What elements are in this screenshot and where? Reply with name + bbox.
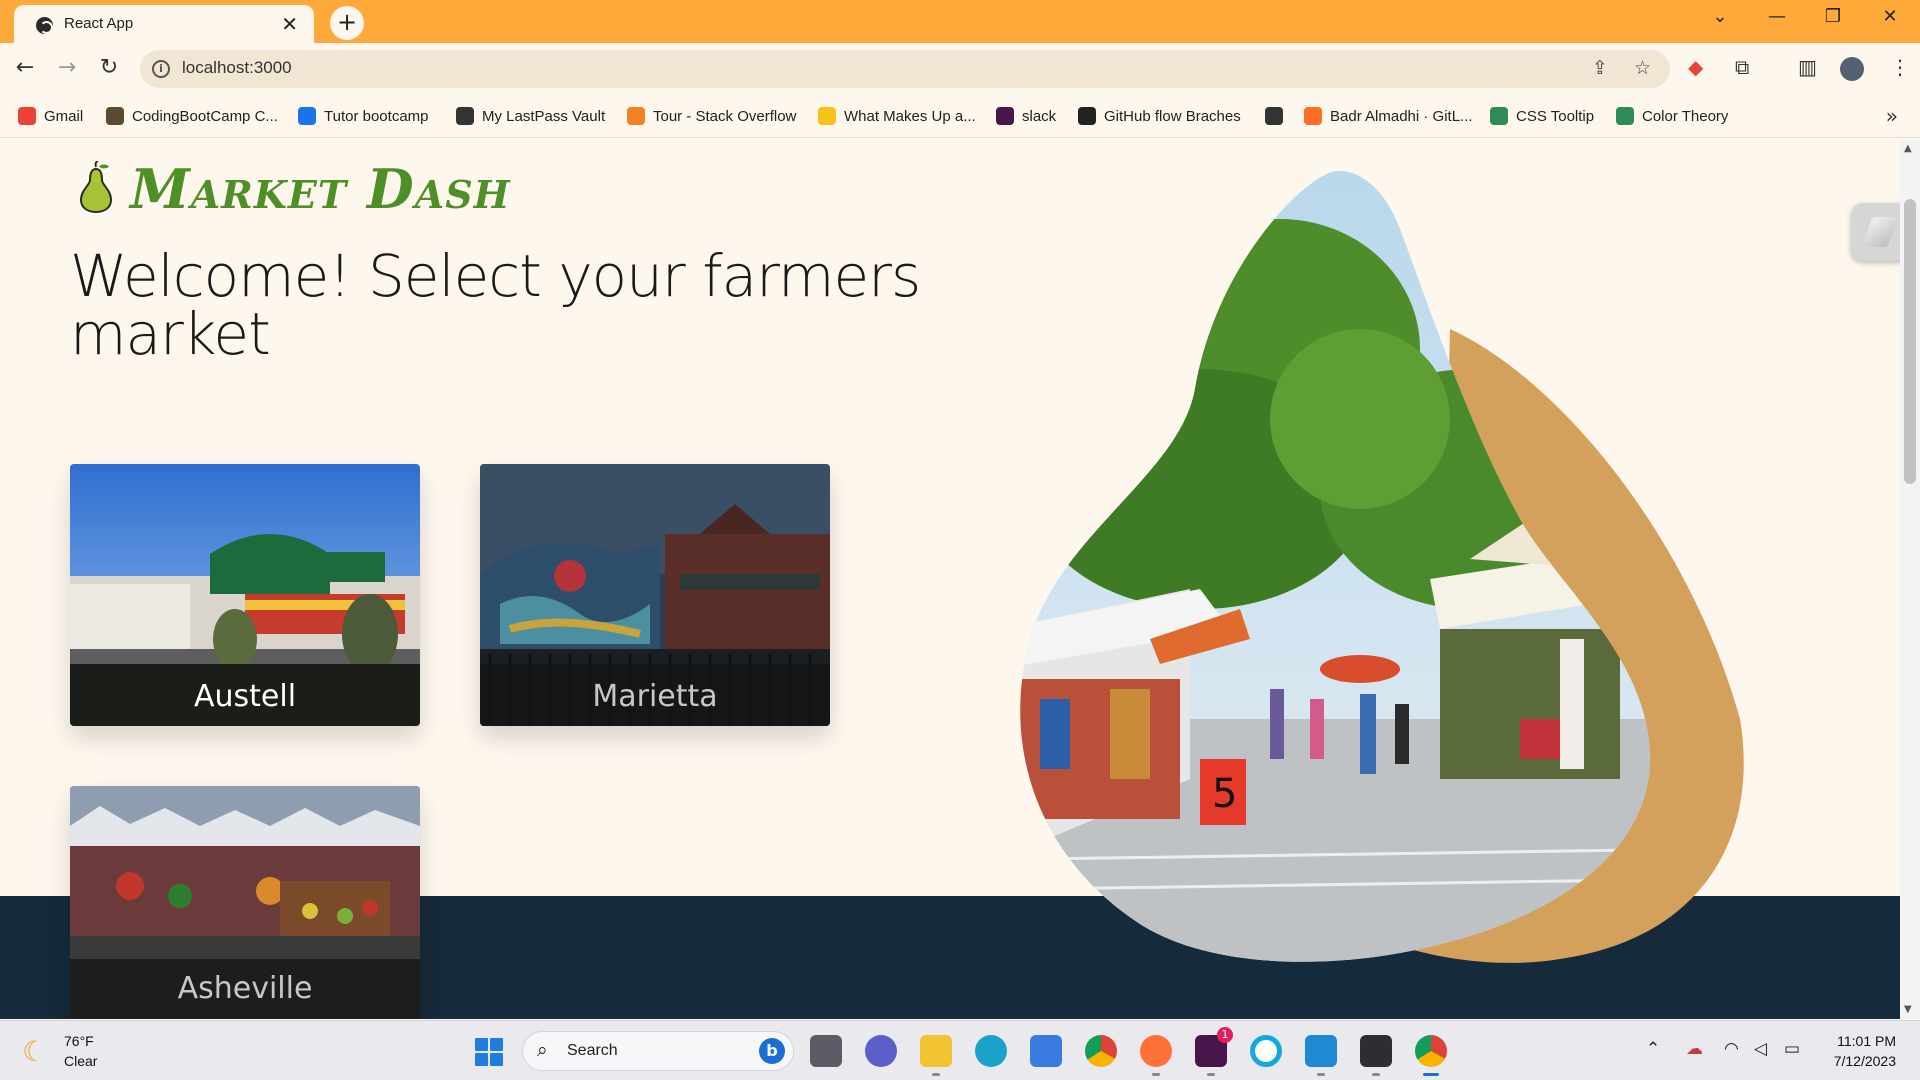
search-label: Search — [567, 1042, 618, 1059]
github-icon — [1078, 107, 1096, 125]
w3-icon — [1616, 107, 1634, 125]
start-button[interactable] — [475, 1038, 503, 1066]
bookmark-globe[interactable] — [1265, 107, 1291, 127]
bookmarks-bar: Gmail CodingBootCamp C... Tutor bootcamp… — [0, 96, 1920, 138]
svg-text:5: 5 — [1212, 771, 1237, 817]
show-hidden-icons-chevron[interactable]: ⌃ — [1646, 1039, 1660, 1059]
back-icon[interactable]: ← — [10, 55, 40, 80]
page-title: Welcome! Select your farmers market — [70, 242, 921, 368]
scroll-down-icon[interactable]: ▼ — [1904, 1004, 1912, 1015]
bookmark-github-flow[interactable]: GitHub flow Braches — [1078, 107, 1241, 127]
onedrive-icon[interactable]: ☁ — [1686, 1039, 1703, 1059]
teams-chat-icon[interactable] — [865, 1035, 897, 1067]
page-scrollbar[interactable]: ▲ ▼ — [1900, 139, 1920, 1019]
tab-search-icon[interactable]: ⌄ — [1705, 6, 1735, 27]
globe-icon — [1265, 107, 1283, 125]
close-window-button[interactable]: ✕ — [1875, 6, 1905, 27]
search-icon: ⌕ — [537, 1039, 548, 1061]
moon-icon: ☾ — [22, 1035, 48, 1068]
weather-condition: Clear — [64, 1053, 98, 1069]
close-tab-icon[interactable]: ✕ — [281, 12, 298, 36]
chrome-icon[interactable] — [1085, 1035, 1117, 1067]
minimize-button[interactable]: — — [1762, 6, 1792, 27]
bookmark-lastpass[interactable]: My LastPass Vault — [456, 107, 605, 127]
taskbar-clock[interactable]: 11:01 PM 7/12/2023 — [1834, 1031, 1896, 1071]
market-card-asheville[interactable]: Asheville — [70, 786, 420, 1019]
stackoverflow-icon — [627, 107, 645, 125]
task-view-icon[interactable] — [810, 1035, 842, 1067]
menu-kebab-icon[interactable]: ⋮ — [1890, 55, 1910, 79]
clock-date: 7/12/2023 — [1833, 1053, 1896, 1069]
address-bar[interactable]: i localhost:3000 ⇪ ☆ — [140, 50, 1670, 88]
chrome-active-icon[interactable] — [1415, 1035, 1447, 1076]
extension-icon[interactable]: ◆ — [1688, 55, 1703, 79]
side-panel-icon[interactable]: ▥ — [1798, 55, 1817, 79]
gitlab-icon — [1304, 107, 1322, 125]
bookmark-codingbootcamp[interactable]: CodingBootCamp C... — [106, 107, 278, 127]
market-name: Asheville — [177, 971, 313, 1006]
market-name: Marietta — [592, 679, 718, 714]
bookmark-stackoverflow[interactable]: Tour - Stack Overflow — [627, 107, 796, 127]
bing-icon[interactable]: b — [759, 1038, 785, 1064]
taskbar: ☾ 76°F Clear ⌕ Search b 1 ⌃ ☁ ◠ ◁ ▭ 11:0… — [0, 1020, 1920, 1080]
globe-icon — [36, 17, 53, 34]
bookmark-slack[interactable]: slack — [996, 107, 1056, 127]
restore-button[interactable]: ❐ — [1818, 6, 1848, 27]
more-bookmarks-icon[interactable]: » — [1886, 104, 1898, 128]
file-explorer-icon[interactable] — [920, 1035, 952, 1076]
forward-icon[interactable]: → — [52, 55, 82, 80]
brand-title: Market Dash — [130, 157, 511, 221]
market-name: Austell — [193, 679, 297, 714]
extensions-puzzle-icon[interactable]: ⧉ — [1735, 55, 1749, 79]
bookmark-what-makes-up[interactable]: What Makes Up a... — [818, 107, 976, 127]
hero-pear-image: 5 — [1020, 170, 1744, 963]
tab-strip: React App ✕ + ⌄ — ❐ ✕ — [0, 0, 1920, 43]
weather-temperature: 76°F — [64, 1033, 94, 1049]
reload-icon[interactable]: ↻ — [94, 55, 124, 80]
fs-icon — [818, 107, 836, 125]
page-viewport: Market Dash Welcome! Select your farmers… — [0, 139, 1900, 1019]
pear-icon — [79, 161, 113, 213]
bookmark-css-tooltip[interactable]: CSS Tooltip — [1490, 107, 1594, 127]
globe-icon — [456, 107, 474, 125]
volume-icon[interactable]: ◁ — [1754, 1039, 1767, 1059]
browser-tab[interactable]: React App ✕ — [14, 5, 314, 43]
bootcamp-icon — [106, 107, 124, 125]
slack-notification-badge: 1 — [1217, 1027, 1233, 1043]
bookmark-color-theory[interactable]: Color Theory — [1616, 107, 1728, 127]
battery-icon[interactable]: ▭ — [1784, 1039, 1800, 1059]
cortana-icon[interactable] — [1250, 1035, 1282, 1067]
microsoft-store-icon[interactable] — [1030, 1035, 1062, 1067]
new-tab-button[interactable]: + — [330, 6, 364, 40]
vscode-icon[interactable] — [1305, 1035, 1337, 1076]
terminal-icon[interactable] — [1360, 1035, 1392, 1076]
browser-toolbar: ← → ↻ i localhost:3000 ⇪ ☆ ◆ ⧉ ▥ ⋮ — [0, 43, 1920, 96]
site-info-icon[interactable]: i — [152, 60, 170, 78]
edge-icon[interactable] — [975, 1035, 1007, 1067]
market-card-austell[interactable]: Austell — [70, 464, 420, 726]
bookmark-gmail[interactable]: Gmail — [18, 107, 83, 127]
profile-avatar[interactable] — [1840, 57, 1864, 81]
slack-icon — [996, 107, 1014, 125]
w3-icon — [1490, 107, 1508, 125]
url-text[interactable]: localhost:3000 — [182, 58, 292, 78]
gmail-icon — [18, 107, 36, 125]
slack-app-icon[interactable]: 1 — [1195, 1027, 1233, 1076]
market-card-marietta[interactable]: Marietta — [480, 464, 830, 726]
share-icon[interactable]: ⇪ — [1592, 57, 1608, 79]
bookmark-star-icon[interactable]: ☆ — [1634, 57, 1651, 79]
wifi-icon[interactable]: ◠ — [1724, 1039, 1739, 1059]
firefox-icon[interactable] — [1140, 1035, 1172, 1076]
taskbar-search[interactable]: ⌕ Search b — [522, 1031, 794, 1071]
tab-title: React App — [64, 15, 134, 32]
tutor-icon — [298, 107, 316, 125]
clock-time: 11:01 PM — [1837, 1033, 1896, 1049]
bookmark-tutor[interactable]: Tutor bootcamp — [298, 107, 429, 127]
scroll-up-icon[interactable]: ▲ — [1904, 143, 1912, 154]
bookmark-gitlab[interactable]: Badr Almadhi · GitL... — [1304, 107, 1473, 127]
scrollbar-thumb[interactable] — [1904, 199, 1916, 484]
